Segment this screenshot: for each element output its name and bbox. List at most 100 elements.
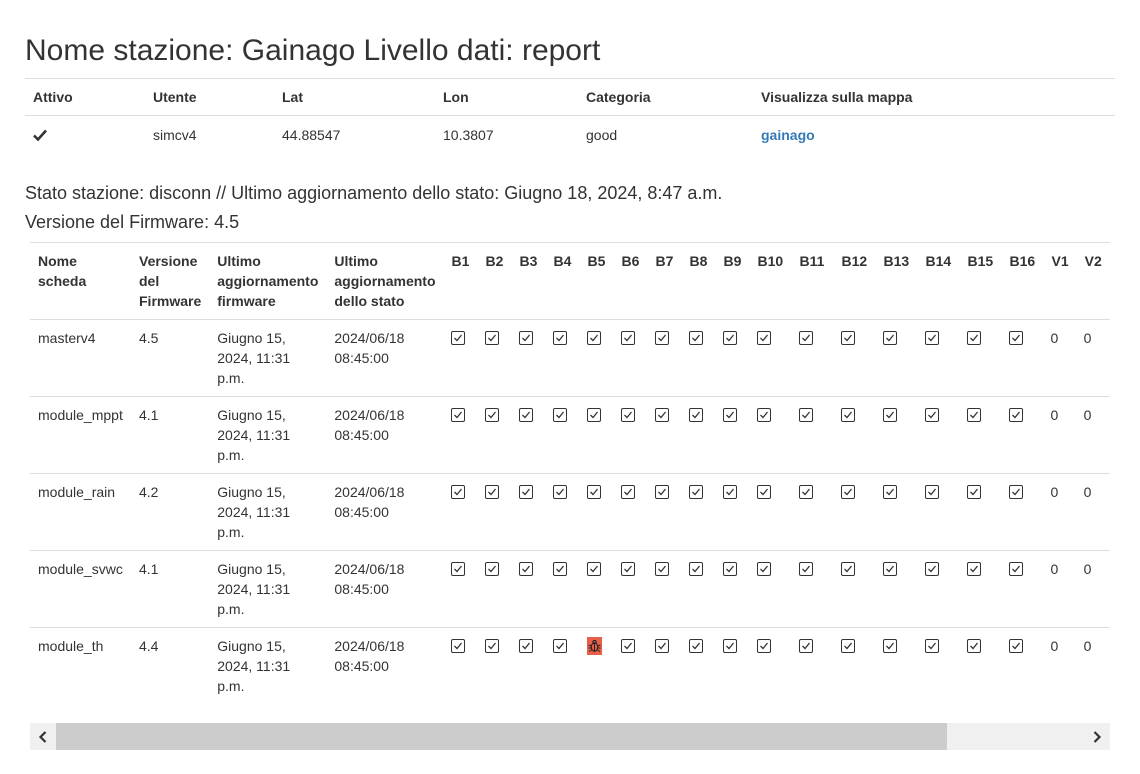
header-bit-b6: B6	[621, 253, 640, 269]
board-fw-update-line: Giugno 15,	[217, 407, 286, 423]
v2-value: 0	[1076, 550, 1110, 628]
header-active: Attivo	[25, 78, 145, 116]
bit-cell	[749, 319, 792, 397]
bit-cell	[477, 396, 512, 474]
board-name: module_th	[30, 627, 131, 705]
station-header-row: Attivo Utente Lat Lon Categoria Visualiz…	[25, 78, 1115, 116]
check-icon	[33, 129, 137, 141]
checkbox-checked-icon	[552, 639, 567, 653]
board-fw-version: 4.4	[131, 627, 210, 705]
checkbox-checked-icon	[966, 639, 981, 653]
header-bit-b16: B16	[1009, 253, 1036, 269]
checkbox-checked-icon	[924, 485, 939, 499]
board-fw-update-line: p.m.	[217, 447, 245, 463]
bit-cell	[477, 319, 512, 397]
bit-cell	[715, 473, 750, 551]
checkbox-checked-icon	[1008, 331, 1023, 345]
board-status-update-line: 08:45:00	[334, 427, 389, 443]
checkbox-checked-icon	[586, 408, 601, 422]
header-board-name-line: Nome	[38, 253, 77, 269]
bit-cell	[681, 627, 716, 705]
board-fw-update: Giugno 15, 2024, 11:31 p.m.	[209, 627, 327, 705]
checkbox-checked-icon	[484, 331, 499, 345]
checkbox-checked-icon	[484, 408, 499, 422]
horizontal-scrollbar[interactable]	[30, 723, 1110, 750]
board-fw-version: 4.2	[131, 473, 210, 551]
checkbox-checked-icon	[450, 408, 465, 422]
header-fw-update-line: firmware	[217, 293, 276, 309]
checkbox-checked-icon	[552, 562, 567, 576]
checkbox-checked-icon	[688, 562, 703, 576]
bit-cell	[791, 473, 834, 551]
header-bit-b15: B15	[967, 253, 994, 269]
chevron-right-icon[interactable]	[1084, 723, 1110, 750]
checkbox-checked-icon	[1008, 562, 1023, 576]
bit-cell	[647, 550, 682, 628]
bit-cell	[1001, 319, 1044, 397]
v1-value: 0	[1043, 396, 1077, 474]
header-bit-b10: B10	[757, 253, 784, 269]
bit-cell	[833, 319, 876, 397]
board-fw-version: 4.1	[131, 550, 210, 628]
checkbox-checked-icon	[722, 639, 737, 653]
checkbox-checked-icon	[654, 408, 669, 422]
active-cell	[25, 116, 145, 154]
header-bit-b8: B8	[689, 253, 708, 269]
board-fw-version: 4.5	[131, 319, 210, 397]
bit-cell	[833, 396, 876, 474]
header-bit-b3: B3	[519, 253, 538, 269]
map-link[interactable]: gainago	[761, 127, 815, 143]
checkbox-checked-icon	[484, 485, 499, 499]
header-bit-b9: B9	[723, 253, 742, 269]
header-status-update-line: aggiornamento	[334, 273, 436, 289]
checkbox-checked-icon	[518, 639, 533, 653]
bit-cell	[579, 319, 614, 397]
bit-cell	[579, 627, 614, 705]
bit-cell	[917, 473, 960, 551]
bit-cell	[613, 396, 648, 474]
board-status-update: 2024/06/18 08:45:00	[326, 550, 444, 628]
checkbox-checked-icon	[620, 562, 635, 576]
checkbox-checked-icon	[450, 562, 465, 576]
board-status-update-line: 08:45:00	[334, 504, 389, 520]
checkbox-checked-icon	[756, 639, 771, 653]
checkbox-checked-icon	[966, 408, 981, 422]
table-row: masterv4 4.5 Giugno 15, 2024, 11:31 p.m. 2024…	[30, 319, 1110, 397]
checkbox-checked-icon	[756, 562, 771, 576]
checkbox-checked-icon	[654, 331, 669, 345]
bit-cell	[443, 319, 478, 397]
checkbox-checked-icon	[924, 562, 939, 576]
checkbox-checked-icon	[484, 639, 499, 653]
station-row: simcv4 44.88547 10.3807 good gainago	[25, 116, 1115, 154]
checkbox-checked-icon	[840, 331, 855, 345]
header-bit-b1: B1	[451, 253, 470, 269]
checkbox-checked-icon	[882, 331, 897, 345]
bit-cell	[647, 319, 682, 397]
bit-cell	[917, 627, 960, 705]
board-status-update-line: 08:45:00	[334, 581, 389, 597]
header-map: Visualizza sulla mappa	[753, 78, 1115, 116]
category-value: good	[586, 126, 618, 143]
header-bit-v2: V2	[1084, 253, 1102, 269]
v2-value: 0	[1076, 473, 1110, 551]
checkbox-checked-icon	[688, 485, 703, 499]
bit-cell	[875, 396, 918, 474]
checkbox-checked-icon	[484, 562, 499, 576]
checkbox-checked-icon	[586, 562, 601, 576]
checkbox-checked-icon	[518, 485, 533, 499]
bit-cell	[959, 550, 1002, 628]
chevron-left-icon[interactable]	[30, 723, 56, 750]
header-bit-b11: B11	[799, 253, 825, 269]
board-status-update: 2024/06/18 08:45:00	[326, 473, 444, 551]
header-fw-update-line: Ultimo	[217, 253, 261, 269]
header-fw-version-line: Versione	[139, 253, 198, 269]
v1-value: 0	[1043, 550, 1077, 628]
scrollbar-thumb[interactable]	[56, 723, 947, 750]
checkbox-checked-icon	[966, 562, 981, 576]
checkbox-checked-icon	[798, 639, 813, 653]
board-status-update-line: 08:45:00	[334, 350, 389, 366]
bit-cell	[443, 550, 478, 628]
station-status: Stato stazione: disconn // Ultimo aggior…	[25, 183, 723, 203]
checkbox-checked-icon	[756, 485, 771, 499]
bit-cell	[511, 319, 546, 397]
